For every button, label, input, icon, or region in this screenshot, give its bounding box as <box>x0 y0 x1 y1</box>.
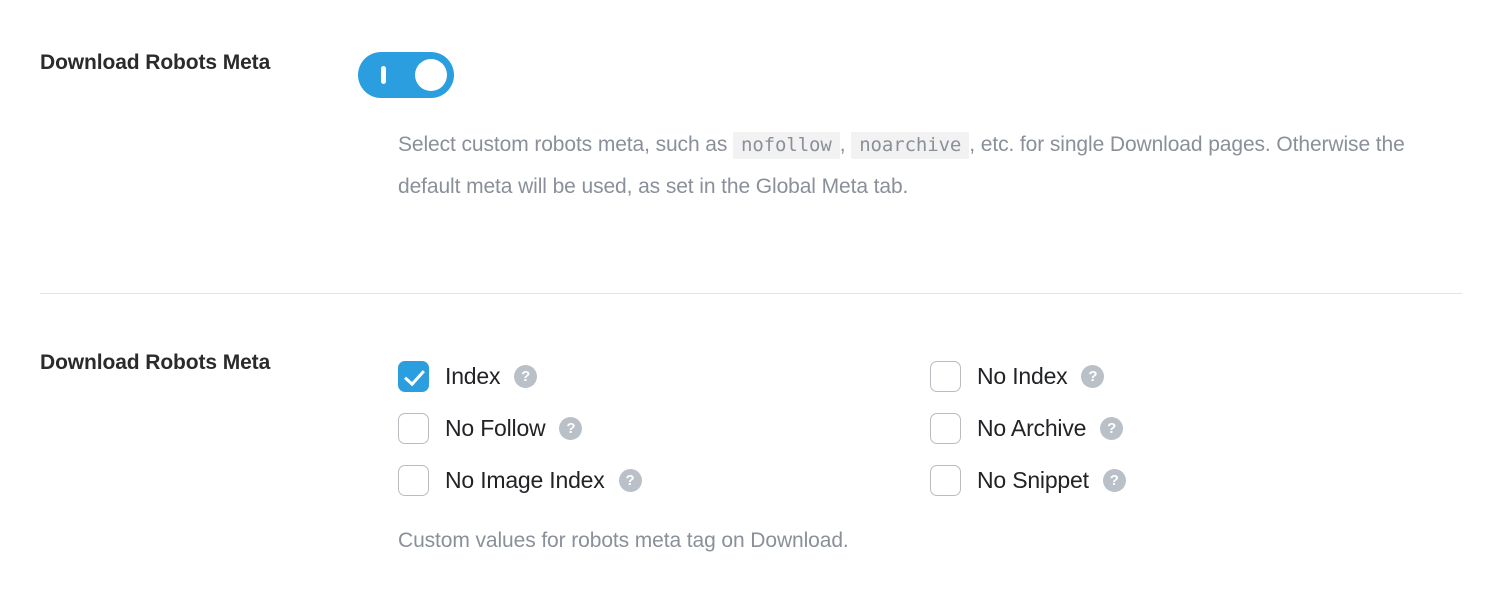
checkbox-no-follow[interactable] <box>398 412 429 444</box>
download-robots-meta-checkbox-label: Download Robots Meta <box>40 351 271 374</box>
help-icon-no-archive[interactable]: ? <box>1100 416 1124 440</box>
help-icon-no-snippet[interactable]: ? <box>1102 468 1126 492</box>
description-part-1: Select custom robots meta, such as <box>398 133 728 156</box>
checkbox-label-no-snippet: No Snippet <box>977 466 1089 493</box>
checkbox-label-no-index: No Index <box>977 362 1068 389</box>
checkbox-index[interactable] <box>398 360 429 392</box>
description-separator-1: , <box>839 133 846 156</box>
toggle-on-indicator-icon <box>381 66 386 84</box>
help-icon-index[interactable]: ? <box>514 364 538 388</box>
checkbox-row: No Follow ? No Archive ? <box>398 402 1438 454</box>
download-robots-meta-description: Select custom robots meta, such as nofol… <box>398 124 1428 208</box>
download-robots-meta-toggle-row: Download Robots Meta <box>0 52 1500 98</box>
checkbox-no-archive[interactable] <box>930 412 961 444</box>
settings-page: Download Robots Meta Select custom robot… <box>0 0 1500 600</box>
section-divider <box>40 293 1462 294</box>
checkbox-row: No Image Index ? No Snippet ? <box>398 454 1438 506</box>
help-icon-no-index[interactable]: ? <box>1081 364 1105 388</box>
code-nofollow: nofollow <box>733 132 840 159</box>
checkbox-label-no-archive: No Archive <box>977 414 1087 441</box>
checkbox-label-no-follow: No Follow <box>445 414 546 441</box>
checkbox-label-index: Index <box>445 362 501 389</box>
checkbox-item-no-archive[interactable]: No Archive ? <box>930 412 1430 444</box>
checkbox-item-no-index[interactable]: No Index ? <box>930 360 1430 392</box>
checkbox-no-snippet[interactable] <box>930 464 961 496</box>
checkbox-label-no-image-index: No Image Index <box>445 466 605 493</box>
checkbox-item-index[interactable]: Index ? <box>398 360 930 392</box>
robots-meta-footnote: Custom values for robots meta tag on Dow… <box>398 529 849 552</box>
checkbox-no-index[interactable] <box>930 360 961 392</box>
toggle-control-cell <box>358 52 1500 98</box>
checkbox-row: Index ? No Index ? <box>398 350 1438 402</box>
checkbox-item-no-image-index[interactable]: No Image Index ? <box>398 464 930 496</box>
checkbox-item-no-snippet[interactable]: No Snippet ? <box>930 464 1430 496</box>
checkbox-item-no-follow[interactable]: No Follow ? <box>398 412 930 444</box>
download-robots-meta-toggle-label: Download Robots Meta <box>40 51 271 74</box>
help-icon-no-follow[interactable]: ? <box>559 416 583 440</box>
toggle-knob[interactable] <box>415 59 447 91</box>
download-robots-meta-toggle[interactable] <box>358 52 454 98</box>
robots-meta-checkbox-grid: Index ? No Index ? No Follow ? No Archiv… <box>398 350 1438 506</box>
code-noarchive: noarchive <box>851 132 970 159</box>
help-icon-no-image-index[interactable]: ? <box>618 468 642 492</box>
checkbox-no-image-index[interactable] <box>398 464 429 496</box>
